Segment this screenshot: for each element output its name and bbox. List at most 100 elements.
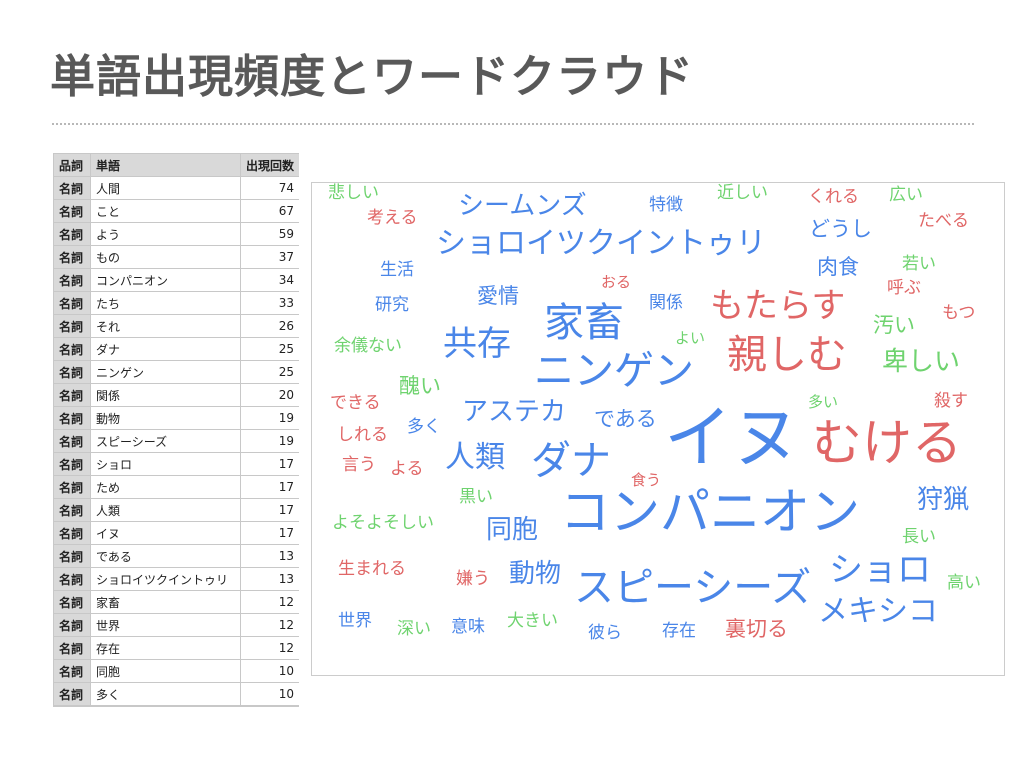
cloud-word: 特徴 <box>649 195 683 215</box>
cloud-word: できる <box>330 393 381 413</box>
pos-cell: 名詞 <box>53 429 91 453</box>
cloud-word: アステカ <box>462 397 567 427</box>
frequency-table-container: 品詞 単語 出現回数 名詞 人間 74 名詞 こと 67 名詞 よう 59 名詞 もの 37 名詞 コンパ… <box>53 153 299 707</box>
pos-cell: 名詞 <box>53 659 91 683</box>
word-cell: ため <box>90 475 241 499</box>
cloud-word: 汚い <box>873 313 915 337</box>
word-cell: それ <box>90 314 241 338</box>
table-row: 名詞 それ 26 <box>53 314 299 338</box>
cloud-word: 彼ら <box>588 623 622 643</box>
word-cell: たち <box>90 291 241 315</box>
table-row: 名詞 コンパニオン 34 <box>53 268 299 292</box>
count-cell: 33 <box>240 291 299 315</box>
count-cell: 25 <box>240 360 299 384</box>
table-row: 名詞 関係 20 <box>53 383 299 407</box>
count-cell: 26 <box>240 314 299 338</box>
cloud-word: よる <box>390 459 424 479</box>
cloud-word: 同胞 <box>486 515 539 545</box>
count-cell: 12 <box>240 636 299 660</box>
pos-cell: 名詞 <box>53 245 91 269</box>
word-cell: 多く <box>90 682 241 706</box>
pos-cell: 名詞 <box>53 314 91 338</box>
word-cell: 同胞 <box>90 659 241 683</box>
cloud-word: 人類 <box>445 440 505 475</box>
cloud-word: よそよそしい <box>332 513 434 533</box>
table-row: 名詞 こと 67 <box>53 199 299 223</box>
table-row: 名詞 存在 12 <box>53 636 299 660</box>
cloud-word: 呼ぶ <box>887 278 921 298</box>
word-cloud: イヌ コンパニオン むける 親しむ ニンゲン ダナ スピーシーズ 家畜 もたらす 共存 ショロイツク… <box>311 182 1005 676</box>
cloud-word: イヌ <box>664 399 801 478</box>
table-body: 名詞 人間 74 名詞 こと 67 名詞 よう 59 名詞 もの 37 名詞 コンパニオン 34 名詞 たち 33… <box>53 176 299 706</box>
table-row: 名詞 動物 19 <box>53 406 299 430</box>
cloud-word: スピーシーズ <box>574 565 812 611</box>
table-row <box>53 705 299 706</box>
word-cell: ダナ <box>90 337 241 361</box>
word-cell: もの <box>90 245 241 269</box>
table-row: 名詞 人間 74 <box>53 176 299 200</box>
table-row: 名詞 世界 12 <box>53 613 299 637</box>
pos-cell: 名詞 <box>53 176 91 200</box>
slide-title: 単語出現頻度とワードクラウド <box>50 50 695 103</box>
count-cell: 12 <box>240 613 299 637</box>
word-cell: スピーシーズ <box>90 429 241 453</box>
cloud-word: 長い <box>902 527 936 547</box>
count-cell: 25 <box>240 337 299 361</box>
cloud-word: 卑しい <box>882 347 961 377</box>
count-cell: 20 <box>240 383 299 407</box>
cloud-word: 動物 <box>509 559 562 589</box>
cloud-word: 考える <box>367 208 418 228</box>
cloud-word: 深い <box>397 619 431 639</box>
word-cell: ニンゲン <box>90 360 241 384</box>
cloud-word: 共存 <box>443 324 511 364</box>
pos-cell: 名詞 <box>53 291 91 315</box>
pos-cell: 名詞 <box>53 521 91 545</box>
table-header-row: 品詞 単語 出現回数 <box>53 153 299 177</box>
cloud-word: 生まれる <box>338 559 406 579</box>
cloud-word: ダナ <box>531 438 611 484</box>
pos-cell: 名詞 <box>53 475 91 499</box>
count-cell: 17 <box>240 498 299 522</box>
count-cell: 12 <box>240 590 299 614</box>
cloud-word: よい <box>675 329 706 347</box>
table-row: 名詞 人類 17 <box>53 498 299 522</box>
word-cell: こと <box>90 199 241 223</box>
word-cell: コンパニオン <box>90 268 241 292</box>
table-row: 名詞 ショロイツクイントゥリ 13 <box>53 567 299 591</box>
cloud-word: もつ <box>942 303 976 323</box>
word-cell: 人類 <box>90 498 241 522</box>
pos-cell: 名詞 <box>53 567 91 591</box>
cloud-word: 生活 <box>380 260 414 280</box>
pos-cell: 名詞 <box>53 613 91 637</box>
count-cell: 34 <box>240 268 299 292</box>
cloud-word: 食う <box>631 471 662 489</box>
cloud-word: 悲しい <box>328 183 379 203</box>
cloud-word: メキシコ <box>818 594 938 629</box>
cloud-word: 狩猟 <box>917 485 970 515</box>
header-pos: 品詞 <box>53 153 91 177</box>
cloud-word: ショロ <box>829 550 931 590</box>
pos-cell: 名詞 <box>53 544 91 568</box>
cloud-word: 醜い <box>399 374 441 398</box>
cloud-word: 愛情 <box>477 284 519 308</box>
cloud-word: おる <box>601 273 632 291</box>
pos-cell: 名詞 <box>53 337 91 361</box>
count-cell <box>240 705 299 706</box>
cloud-word: しれる <box>337 425 388 445</box>
table-row: 名詞 家畜 12 <box>53 590 299 614</box>
count-cell: 74 <box>240 176 299 200</box>
word-cell: よう <box>90 222 241 246</box>
cloud-word: 肉食 <box>817 255 859 279</box>
cloud-word: 多く <box>407 417 441 437</box>
table-row: 名詞 ため 17 <box>53 475 299 499</box>
cloud-word: 近しい <box>717 183 768 203</box>
cloud-word: 若い <box>902 254 936 274</box>
pos-cell: 名詞 <box>53 199 91 223</box>
cloud-word: 研究 <box>375 295 409 315</box>
cloud-word: 黒い <box>459 487 493 507</box>
count-cell: 13 <box>240 544 299 568</box>
word-cell: 家畜 <box>90 590 241 614</box>
word-cell <box>90 705 241 706</box>
word-cell: 人間 <box>90 176 241 200</box>
cloud-word: 広い <box>889 185 923 205</box>
